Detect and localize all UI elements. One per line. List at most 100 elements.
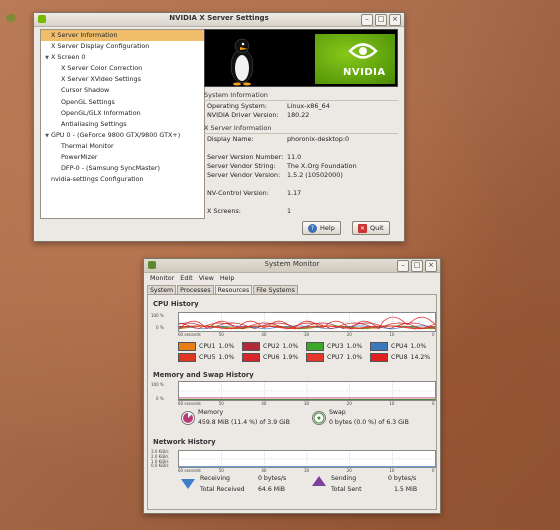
x-tick-label: 60 seconds — [178, 401, 201, 406]
cpu-color-swatch[interactable] — [370, 342, 388, 351]
total-received-value: 64.6 MiB — [258, 486, 286, 493]
info-key: X Screens: — [207, 207, 241, 215]
tree-item[interactable]: Antialiasing Settings — [41, 119, 204, 130]
tree-item-label: X Server XVideo Settings — [61, 75, 141, 84]
cpu-color-swatch[interactable] — [178, 342, 196, 351]
cpu-legend-item[interactable]: CPU2 1.0% — [242, 342, 298, 351]
help-button[interactable]: ? Help — [302, 221, 341, 235]
maximize-icon[interactable]: □ — [375, 14, 387, 26]
cpu-legend-item[interactable]: CPU1 1.0% — [178, 342, 234, 351]
maximize-icon[interactable]: □ — [411, 260, 423, 272]
cpu-label: CPU8 — [391, 354, 408, 361]
x-tick-label: 60 seconds — [178, 468, 201, 473]
nvidia-banner: NVIDIA — [204, 29, 398, 87]
tree-item-label: X Server Color Correction — [61, 64, 143, 73]
cpu-color-swatch[interactable] — [306, 353, 324, 362]
receiving-value: 0 bytes/s — [258, 475, 287, 482]
system-section-title: System Information — [204, 91, 268, 99]
minimize-icon[interactable]: – — [361, 14, 373, 26]
cpu-color-swatch[interactable] — [242, 353, 260, 362]
cpu-value: 1.0% — [282, 343, 299, 350]
x-tick-label: 30 — [304, 332, 310, 337]
info-key — [204, 144, 287, 153]
settings-tree[interactable]: X Server Information X Server Display Con… — [40, 29, 205, 219]
cpu-legend-item[interactable]: CPU6 1.9% — [242, 353, 298, 362]
info-key: NV-Control Version: — [207, 189, 269, 197]
tree-item[interactable]: DFP-0 - (Samsung SyncMaster) — [41, 163, 204, 174]
memory-swap-heading: Memory and Swap History — [153, 371, 254, 379]
expander-arrow-icon[interactable]: ▼ — [43, 53, 51, 64]
cpu-color-swatch[interactable] — [178, 353, 196, 362]
tree-item[interactable]: X Server Information — [41, 30, 204, 42]
cpu-label: CPU3 — [327, 343, 344, 350]
tree-item[interactable]: ▼ GPU 0 - (GeForce 9800 GTX/9800 GTX+) — [41, 130, 204, 141]
info-key: Display Name: — [207, 135, 254, 143]
swap-pie-icon[interactable] — [312, 411, 326, 425]
help-icon: ? — [308, 223, 317, 233]
x-tick-label: 10 — [389, 401, 395, 406]
quit-button[interactable]: ✕ Quit — [352, 221, 390, 235]
cpu-axis-bottom: 0 % — [156, 325, 164, 330]
close-icon[interactable]: × — [425, 260, 437, 272]
tree-item[interactable]: nvidia-settings Configuration — [41, 174, 204, 185]
minimize-icon[interactable]: – — [397, 260, 409, 272]
network-history-heading: Network History — [153, 438, 216, 446]
info-key: Server Version Number: — [207, 153, 284, 161]
info-row: Operating System: Linux-x86_64 — [204, 102, 398, 111]
quit-button-label: Quit — [370, 224, 384, 232]
info-key — [204, 198, 287, 207]
cpu-legend-item[interactable]: CPU3 1.0% — [306, 342, 362, 351]
tree-item[interactable]: ▼ X Screen 0 — [41, 52, 204, 63]
info-value: 11.0 — [287, 153, 302, 161]
window-title: NVIDIA X Server Settings — [169, 14, 269, 22]
info-key: Server Vendor String: — [207, 162, 276, 170]
penguin-icon — [230, 38, 254, 86]
menu-help[interactable]: Help — [217, 273, 238, 284]
cpu-legend-item[interactable]: CPU7 1.0% — [306, 353, 362, 362]
x-tick-label: 40 — [261, 401, 267, 406]
cpu-value: 1.9% — [282, 354, 299, 361]
memory-pie-icon[interactable] — [181, 411, 195, 425]
info-row: Server Vendor String: The X.Org Foundatio… — [204, 162, 398, 171]
menu-monitor[interactable]: Monitor — [147, 273, 177, 284]
tree-item-label: X Server Information — [51, 31, 118, 39]
nvidia-settings-window: NVIDIA X Server Settings – □ × X Server … — [33, 12, 405, 242]
tree-item[interactable]: PowerMizer — [41, 152, 204, 163]
menu-view[interactable]: View — [196, 273, 217, 284]
tree-item[interactable]: X Server Color Correction — [41, 63, 204, 74]
info-row — [204, 144, 398, 153]
tree-item[interactable]: X Server XVideo Settings — [41, 74, 204, 85]
expander-arrow-icon[interactable]: ▼ — [43, 131, 51, 142]
menu-edit[interactable]: Edit — [177, 273, 195, 284]
nvidia-titlebar[interactable]: NVIDIA X Server Settings – □ × — [34, 13, 404, 27]
info-value: 1.17 — [287, 189, 302, 197]
cpu-legend-item[interactable]: CPU8 14.2% — [370, 353, 430, 362]
tree-item[interactable]: OpenGL Settings — [41, 97, 204, 108]
cpu-legend-item[interactable]: CPU5 1.0% — [178, 353, 234, 362]
tree-item[interactable]: OpenGL/GLX Information — [41, 108, 204, 119]
info-value: 1 — [287, 207, 292, 215]
cpu-label: CPU2 — [263, 343, 280, 350]
tree-item[interactable]: Thermal Monitor — [41, 141, 204, 152]
close-icon[interactable]: × — [389, 14, 401, 26]
info-row: X Screens: 1 — [204, 207, 398, 216]
cpu-color-swatch[interactable] — [370, 353, 388, 362]
x-tick-label: 20 — [346, 401, 352, 406]
info-value: 180.22 — [287, 111, 310, 119]
mem-axis-top: 100 % — [151, 382, 164, 387]
tree-item[interactable]: X Server Display Configuration — [41, 41, 204, 52]
network-history-graph — [178, 450, 436, 468]
x-tick-label: 30 — [304, 401, 310, 406]
sysmon-titlebar[interactable]: System Monitor – □ × — [144, 259, 440, 273]
x-tick-label: 20 — [346, 332, 352, 337]
cpu-legend-item[interactable]: CPU4 1.0% — [370, 342, 426, 351]
sending-value: 0 bytes/s — [388, 475, 417, 482]
cpu-color-swatch[interactable] — [242, 342, 260, 351]
tree-item[interactable]: Cursor Shadow — [41, 85, 204, 96]
cpu-color-swatch[interactable] — [306, 342, 324, 351]
x-tick-label: 0 — [432, 332, 435, 337]
receiving-label: Receiving — [200, 475, 230, 482]
cpu-value: 1.0% — [218, 354, 235, 361]
sending-label: Sending — [331, 475, 357, 482]
cpu-label: CPU4 — [391, 343, 408, 350]
